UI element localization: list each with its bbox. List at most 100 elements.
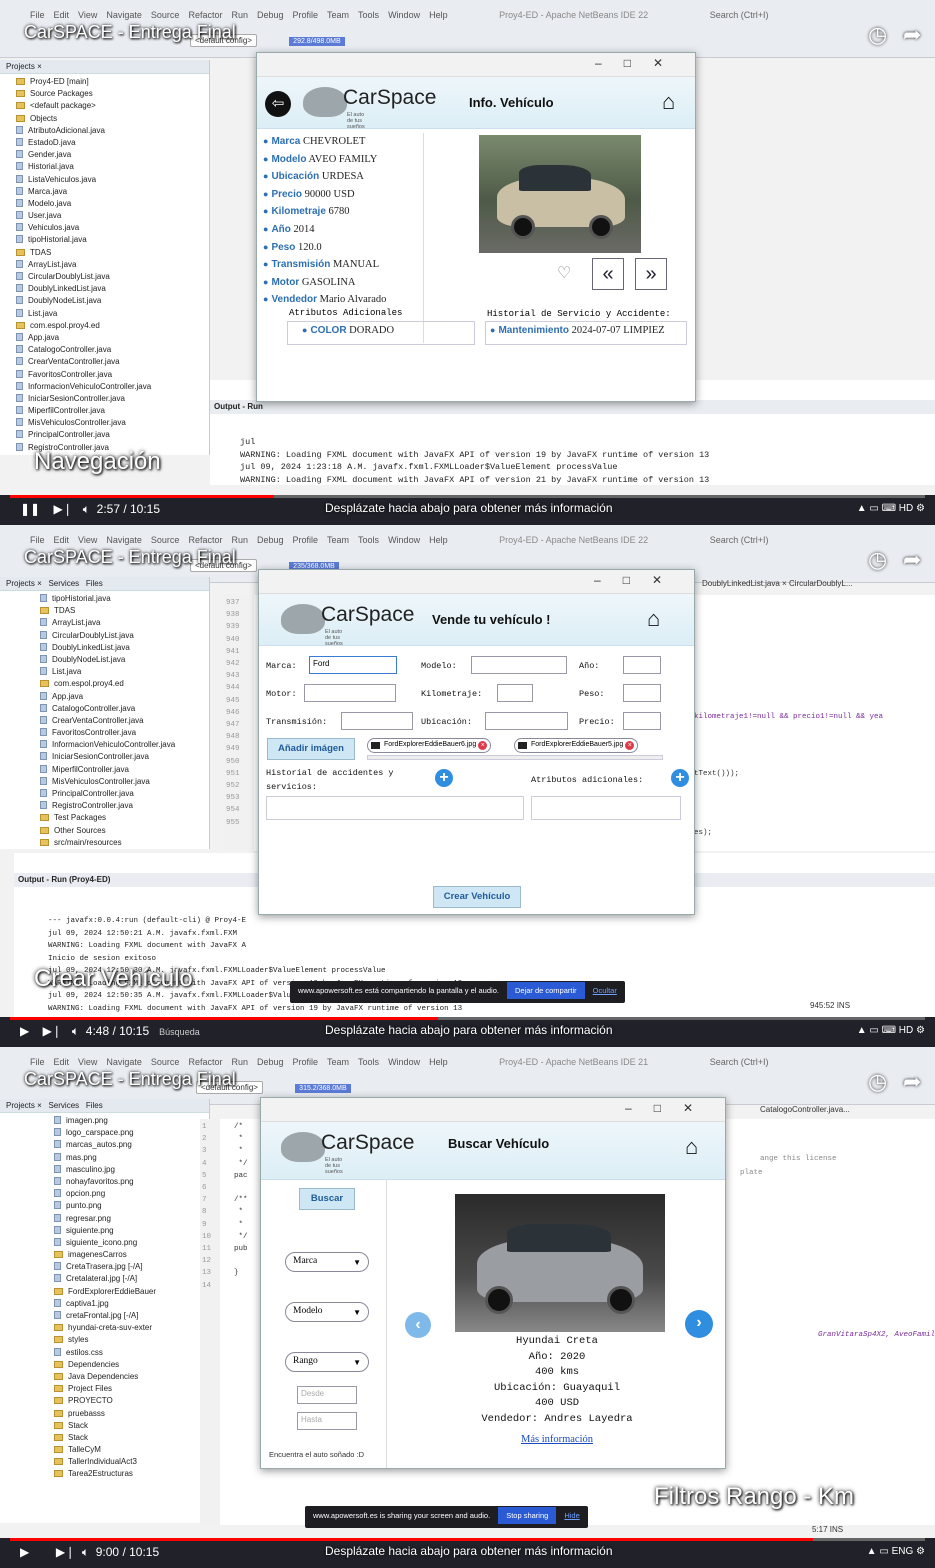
menu-navigate[interactable]: Navigate: [106, 10, 142, 20]
menu-profile[interactable]: Profile: [293, 10, 319, 20]
hide-link[interactable]: Hide: [564, 1511, 579, 1520]
stop-sharing-button[interactable]: Stop sharing: [498, 1507, 557, 1524]
menu-debug[interactable]: Debug: [257, 1057, 284, 1067]
home-icon[interactable]: ⌂: [647, 606, 660, 632]
tree-item[interactable]: CatalogoController.java: [16, 344, 209, 356]
menu-team[interactable]: Team: [327, 1057, 349, 1067]
add-image-button[interactable]: Añadir imágen: [267, 738, 355, 760]
ide-search[interactable]: Search (Ctrl+I): [710, 535, 769, 545]
menu-team[interactable]: Team: [327, 535, 349, 545]
tree-item[interactable]: List.java: [16, 308, 209, 320]
prev-image-button[interactable]: «: [592, 258, 624, 290]
share-icon[interactable]: ➦: [903, 547, 921, 573]
tree-item[interactable]: TalleCyM: [54, 1444, 209, 1456]
search-button[interactable]: Buscar: [299, 1188, 355, 1210]
home-icon[interactable]: ⌂: [685, 1134, 698, 1160]
tree-item[interactable]: PrincipalController.java: [16, 429, 209, 441]
video-progress[interactable]: [10, 1538, 925, 1541]
volume-icon[interactable]: 🔈︎: [83, 502, 90, 516]
next-icon[interactable]: ▶❘: [56, 1545, 75, 1559]
menu-view[interactable]: View: [78, 1057, 97, 1067]
hasta-input[interactable]: Hasta: [297, 1412, 357, 1430]
tree-item[interactable]: styles: [54, 1334, 209, 1346]
tree-item[interactable]: punto.png: [54, 1200, 209, 1212]
tree-item[interactable]: TDAS: [40, 605, 209, 617]
tree-item[interactable]: App.java: [40, 691, 209, 703]
add-history-icon[interactable]: +: [435, 769, 453, 787]
tree-item[interactable]: Modelo.java: [16, 198, 209, 210]
editor-tabs[interactable]: CatalogoController.java...: [760, 1105, 850, 1114]
tree-item[interactable]: hyundai-creta-suv-exter: [54, 1322, 209, 1334]
tree-item[interactable]: opcion.png: [54, 1188, 209, 1200]
back-arrow-icon[interactable]: ⇦: [265, 91, 291, 117]
menu-run[interactable]: Run: [231, 10, 248, 20]
video-progress[interactable]: [10, 495, 925, 498]
tree-item[interactable]: nohayfavoritos.png: [54, 1176, 209, 1188]
historial-list[interactable]: [266, 796, 524, 820]
tree-item[interactable]: Marca.java: [16, 186, 209, 198]
menu-source[interactable]: Source: [151, 10, 180, 20]
tree-item[interactable]: ListaVehiculos.java: [16, 174, 209, 186]
tree-item[interactable]: CretaTrasera.jpg [-/A]: [54, 1261, 209, 1273]
tree-item[interactable]: EstadoD.java: [16, 137, 209, 149]
favorite-heart-icon[interactable]: ♡: [557, 263, 571, 283]
tree-item[interactable]: Historial.java: [16, 161, 209, 173]
tree-item[interactable]: AtributoAdicional.java: [16, 125, 209, 137]
modelo-input[interactable]: [471, 656, 567, 674]
tree-item[interactable]: Tarea2Estructuras: [54, 1468, 209, 1480]
tree-item[interactable]: CrearVentaController.java: [40, 715, 209, 727]
watch-later-icon[interactable]: ◷: [868, 22, 887, 48]
menu-edit[interactable]: Edit: [54, 535, 70, 545]
tree-item[interactable]: FavoritosController.java: [16, 369, 209, 381]
more-info-link[interactable]: Más información: [387, 1432, 727, 1448]
tree-item[interactable]: com.espol.proy4.ed: [40, 678, 209, 690]
remove-icon[interactable]: ×: [625, 741, 635, 750]
tree-item[interactable]: Gender.java: [16, 149, 209, 161]
menu-edit[interactable]: Edit: [54, 10, 70, 20]
next-icon[interactable]: ▶❘: [53, 502, 72, 516]
tree-item[interactable]: PROYECTO: [54, 1395, 209, 1407]
remove-icon[interactable]: ×: [478, 741, 488, 750]
tree-item[interactable]: MiperfilController.java: [16, 405, 209, 417]
tree-item[interactable]: Stack: [54, 1420, 209, 1432]
memory-indicator[interactable]: 292.8/498.0MB: [289, 37, 345, 46]
tab-projects[interactable]: Projects ×: [6, 1101, 42, 1110]
tree-item[interactable]: IniciarSesionController.java: [40, 751, 209, 763]
ide-search[interactable]: Search (Ctrl+I): [710, 1057, 769, 1067]
menu-navigate[interactable]: Navigate: [106, 535, 142, 545]
tab-files[interactable]: Files: [86, 1101, 103, 1110]
tree-item[interactable]: CatalogoController.java: [40, 703, 209, 715]
menu-help[interactable]: Help: [429, 1057, 448, 1067]
peso-input[interactable]: [623, 684, 661, 702]
window-controls[interactable]: –□✕: [625, 1101, 715, 1115]
menu-window[interactable]: Window: [388, 1057, 420, 1067]
tree-item[interactable]: <default package>: [16, 100, 209, 112]
menu-refactor[interactable]: Refactor: [188, 1057, 222, 1067]
window-controls[interactable]: –□✕: [594, 573, 684, 587]
tree-item[interactable]: DoublyNodeList.java: [40, 654, 209, 666]
menu-tools[interactable]: Tools: [358, 535, 379, 545]
menu-profile[interactable]: Profile: [293, 535, 319, 545]
next-image-button[interactable]: »: [635, 258, 667, 290]
marca-input[interactable]: Ford: [309, 656, 397, 674]
tree-item[interactable]: Source Packages: [16, 88, 209, 100]
tree-item[interactable]: regresar.png: [54, 1213, 209, 1225]
hide-link[interactable]: Ocultar: [593, 986, 617, 995]
tree-item[interactable]: Vehiculos.java: [16, 222, 209, 234]
tab-services[interactable]: Services: [48, 1101, 79, 1110]
menu-run[interactable]: Run: [231, 535, 248, 545]
share-icon[interactable]: ➦: [903, 22, 921, 48]
play-pause-icon[interactable]: ❚❚: [20, 502, 40, 516]
menu-team[interactable]: Team: [327, 10, 349, 20]
tree-item[interactable]: Dependencies: [54, 1359, 209, 1371]
tree-item[interactable]: ArrayList.java: [16, 259, 209, 271]
tree-item[interactable]: MisVehiculosController.java: [16, 417, 209, 429]
tree-item[interactable]: TallerIndividualAct3: [54, 1456, 209, 1468]
tree-item[interactable]: Test Packages: [40, 812, 209, 824]
tree-item[interactable]: imagenesCarros: [54, 1249, 209, 1261]
image-chip[interactable]: FordExplorerEddieBauer6.jpg ×: [367, 738, 492, 753]
create-vehicle-button[interactable]: Crear Vehículo: [433, 886, 521, 908]
atributos-list[interactable]: [531, 796, 681, 820]
menu-refactor[interactable]: Refactor: [188, 535, 222, 545]
play-icon[interactable]: ▶: [20, 1545, 29, 1559]
